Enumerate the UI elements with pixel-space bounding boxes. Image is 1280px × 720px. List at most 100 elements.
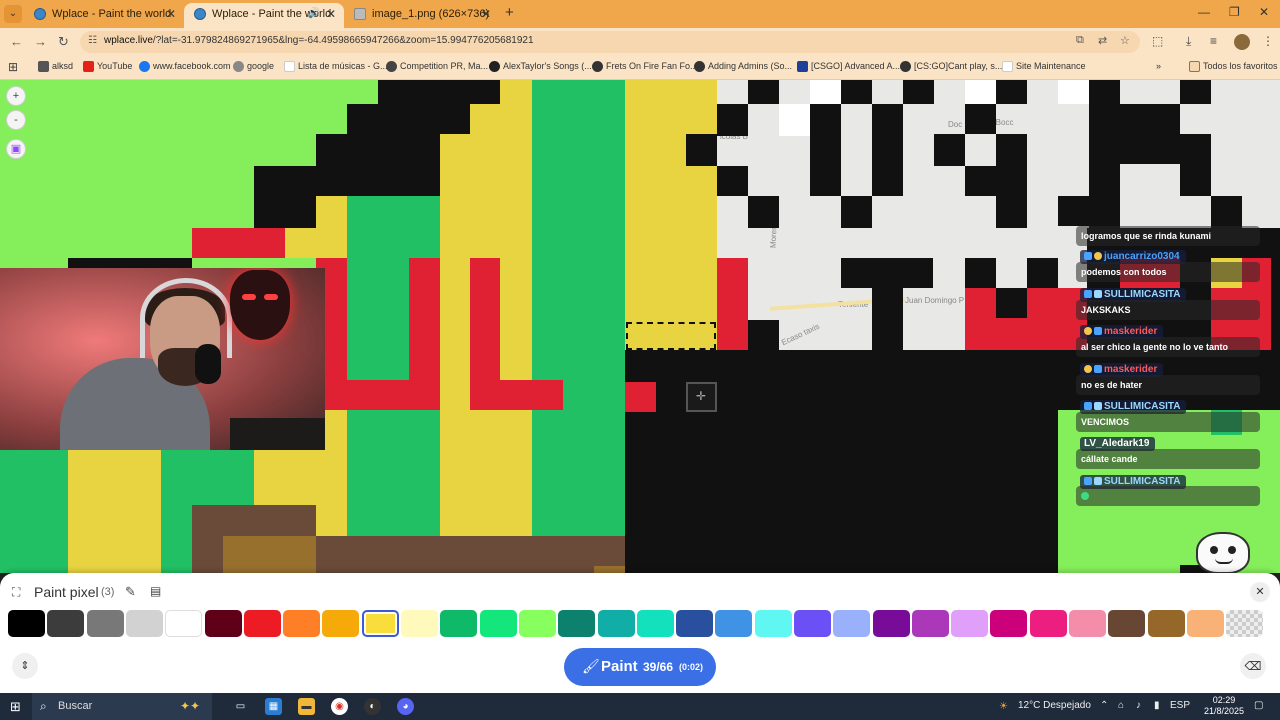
close-window-icon[interactable]: ✕ bbox=[1259, 5, 1269, 19]
color-swatch-dark-blue[interactable] bbox=[676, 610, 713, 637]
taskbar-search[interactable]: ⌕ Buscar ✦✦ bbox=[32, 693, 212, 720]
color-swatch-deep-red[interactable] bbox=[205, 610, 242, 637]
translate-icon[interactable]: ⇄ bbox=[1098, 34, 1107, 47]
color-swatch-brown[interactable] bbox=[1148, 610, 1185, 637]
pixel-canvas[interactable]: icolás B Doc ás Bocc Moreno Teniente Jua… bbox=[0, 80, 1280, 573]
zoom-out-button[interactable]: - bbox=[6, 110, 26, 130]
notifications-icon[interactable]: ▢ bbox=[1254, 700, 1263, 711]
color-swatch-orange[interactable] bbox=[283, 610, 320, 637]
color-swatch-dark-pink[interactable] bbox=[990, 610, 1027, 637]
profile-avatar[interactable] bbox=[1234, 34, 1250, 50]
volume-icon[interactable]: ♪ bbox=[1136, 700, 1141, 711]
color-swatch-transparent[interactable] bbox=[1226, 610, 1263, 637]
bookmark-csgo-advanced[interactable]: [CSGO] Advanced A... bbox=[797, 61, 900, 72]
extensions-icon[interactable]: ⬚ bbox=[1152, 34, 1163, 48]
apps-grid-icon[interactable]: ⊞ bbox=[8, 60, 18, 74]
keyboard-language[interactable]: ESP bbox=[1170, 700, 1190, 711]
color-swatch-light-gray[interactable] bbox=[126, 610, 163, 637]
media-icon[interactable]: ≡ bbox=[1210, 34, 1217, 48]
bookmark-google[interactable]: google bbox=[233, 61, 274, 72]
pending-pixels-selection[interactable] bbox=[626, 322, 716, 350]
bookmark-alksd[interactable]: alksd bbox=[38, 61, 73, 72]
bookmark-facebook[interactable]: www.facebook.com bbox=[139, 61, 231, 72]
windows-start-icon[interactable]: ⊞ bbox=[10, 699, 21, 715]
tab-search-icon[interactable]: ⌄ bbox=[4, 5, 22, 23]
discord-icon[interactable]: ◕ bbox=[397, 698, 414, 715]
tab-wplace-1[interactable]: Wplace - Paint the world ✕ bbox=[24, 3, 184, 28]
battery-icon[interactable]: ▮ bbox=[1154, 700, 1160, 711]
chrome-icon[interactable]: ◉ bbox=[331, 698, 348, 715]
color-swatch-cyan[interactable] bbox=[755, 610, 792, 637]
taskbar-clock[interactable]: 02:29 21/8/2025 bbox=[1202, 695, 1246, 717]
close-icon[interactable]: ✕ bbox=[166, 3, 176, 25]
reload-icon[interactable]: ↻ bbox=[58, 34, 69, 50]
color-swatch-dark-green[interactable] bbox=[440, 610, 477, 637]
color-swatch-dark-teal[interactable] bbox=[558, 610, 595, 637]
color-swatch-light-pink[interactable] bbox=[1069, 610, 1106, 637]
site-info-icon[interactable]: ☷ bbox=[88, 35, 100, 47]
color-swatch-gray[interactable] bbox=[87, 610, 124, 637]
bookmark-musicas[interactable]: Lista de músicas - G... bbox=[284, 61, 388, 72]
color-swatch-pink[interactable] bbox=[1030, 610, 1067, 637]
bookmark-site-maintenance[interactable]: Site Maintenance bbox=[1002, 61, 1086, 72]
color-swatch-white[interactable] bbox=[165, 610, 202, 637]
tab-image[interactable]: image_1.png (626×736) ✕ bbox=[344, 3, 499, 28]
color-swatch-light-yellow[interactable] bbox=[401, 610, 438, 637]
save-icon[interactable]: ▤ bbox=[150, 584, 161, 598]
zoom-in-button[interactable]: + bbox=[6, 86, 26, 106]
close-panel-button[interactable]: ✕ bbox=[1250, 582, 1270, 602]
color-swatch-green[interactable] bbox=[480, 610, 517, 637]
close-icon[interactable]: ✕ bbox=[481, 3, 491, 25]
address-bar[interactable]: ☷ wplace.live/?lat=-31.979824869271965&l… bbox=[80, 31, 1140, 53]
color-swatch-yellow[interactable] bbox=[362, 610, 399, 637]
bookmark-alextaylor[interactable]: AlexTaylor's Songs (... bbox=[489, 61, 592, 72]
color-swatch-light-green[interactable] bbox=[519, 610, 556, 637]
bookmark-youtube[interactable]: YouTube bbox=[83, 61, 132, 72]
color-swatch-teal[interactable] bbox=[598, 610, 635, 637]
bookmark-csgo-cant-play[interactable]: [CS:GO]Cant play, s... bbox=[900, 61, 1002, 72]
color-swatch-indigo[interactable] bbox=[794, 610, 831, 637]
forward-icon[interactable]: → bbox=[34, 34, 47, 49]
bookmark-competition[interactable]: Competition PR, Ma... bbox=[386, 61, 488, 72]
eraser-icon[interactable]: ⌫ bbox=[1240, 653, 1266, 679]
calculator-icon[interactable]: ▦ bbox=[265, 698, 282, 715]
all-bookmarks[interactable]: Todos los favoritos bbox=[1189, 61, 1278, 72]
color-swatch-dark-brown[interactable] bbox=[1108, 610, 1145, 637]
color-swatch-dark-purple[interactable] bbox=[873, 610, 910, 637]
bookmark-adding-admins[interactable]: Adding Admins (So... bbox=[694, 61, 792, 72]
speaker-icon[interactable]: 🔊 bbox=[308, 3, 320, 25]
back-icon[interactable]: ← bbox=[10, 34, 23, 49]
download-icon[interactable]: ⤓ bbox=[1186, 34, 1191, 49]
color-swatch-beige[interactable] bbox=[1187, 610, 1224, 637]
file-explorer-icon[interactable]: ▬ bbox=[298, 698, 315, 715]
bookmark-star-icon[interactable]: ☆ bbox=[1120, 34, 1130, 47]
pixel-cursor[interactable]: ✛ bbox=[686, 382, 717, 412]
install-app-icon[interactable]: ⧉ bbox=[1076, 34, 1084, 47]
more-bookmarks-icon[interactable]: » bbox=[1156, 61, 1161, 71]
pencil-icon[interactable]: ✎ bbox=[125, 584, 136, 600]
color-swatch-purple[interactable] bbox=[912, 610, 949, 637]
new-tab-button[interactable]: + bbox=[505, 4, 514, 21]
menu-icon[interactable]: ⋮ bbox=[1262, 34, 1274, 48]
task-view-icon[interactable]: ▭ bbox=[232, 698, 249, 715]
minimize-icon[interactable]: — bbox=[1198, 5, 1210, 19]
color-swatch-light-teal[interactable] bbox=[637, 610, 674, 637]
color-swatch-dark-gray[interactable] bbox=[47, 610, 84, 637]
network-icon[interactable]: ⌂ bbox=[1118, 700, 1124, 711]
tab-wplace-2[interactable]: Wplace - Paint the world 🔊 ✕ bbox=[184, 3, 344, 28]
expand-icon[interactable]: ⇕ bbox=[12, 653, 38, 679]
color-swatch-light-purple[interactable] bbox=[951, 610, 988, 637]
bookmark-frets[interactable]: Frets On Fire Fan Fo... bbox=[592, 61, 698, 72]
obs-icon[interactable]: ◐ bbox=[364, 698, 381, 715]
color-swatch-gold[interactable] bbox=[322, 610, 359, 637]
twitch-icon[interactable]: ▣ bbox=[6, 139, 26, 159]
tray-expand-icon[interactable]: ⌃ bbox=[1100, 700, 1108, 711]
color-swatch-blue[interactable] bbox=[715, 610, 752, 637]
close-icon[interactable]: ✕ bbox=[326, 3, 336, 25]
color-swatch-red[interactable] bbox=[244, 610, 281, 637]
restore-icon[interactable]: ❐ bbox=[1229, 5, 1240, 19]
paint-button[interactable]: 🖌 Paint 39/66 (0:02) bbox=[564, 648, 716, 686]
color-swatch-light-indigo[interactable] bbox=[833, 610, 870, 637]
color-swatch-black[interactable] bbox=[8, 610, 45, 637]
fullscreen-icon[interactable]: ⛶ bbox=[12, 585, 20, 600]
